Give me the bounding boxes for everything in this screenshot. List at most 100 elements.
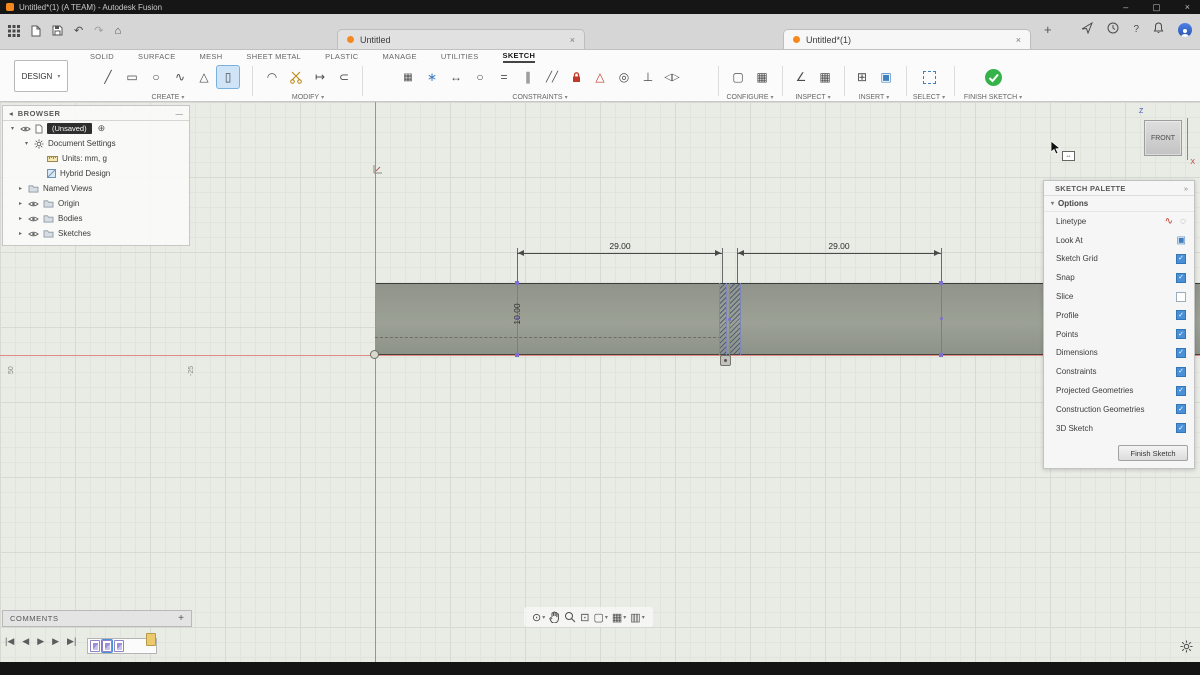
file-menu-icon[interactable] bbox=[31, 25, 41, 37]
parallel-constraint-icon[interactable]: ∥ bbox=[517, 66, 539, 88]
palette-options-section[interactable]: ▾ Options bbox=[1044, 196, 1194, 212]
sketch-grid-checkbox[interactable] bbox=[1176, 254, 1186, 264]
workspace-selector[interactable]: DESIGN ▾ bbox=[14, 60, 68, 92]
timeline-marker[interactable] bbox=[146, 633, 156, 646]
finish-sketch-group-label[interactable]: FINISH SKETCH▾ bbox=[958, 94, 1028, 101]
configuration-table-icon[interactable]: ▦ bbox=[751, 66, 773, 88]
grid-snaps-icon[interactable]: ▦▾ bbox=[612, 611, 626, 624]
dimension-line[interactable] bbox=[737, 253, 941, 254]
add-circle-icon[interactable]: ⊕ bbox=[98, 123, 106, 134]
save-icon[interactable] bbox=[52, 25, 63, 36]
profile-checkbox[interactable] bbox=[1176, 310, 1186, 320]
tab-sketch[interactable]: SKETCH bbox=[503, 51, 536, 63]
tab-mesh[interactable]: MESH bbox=[200, 52, 223, 61]
display-settings-icon[interactable]: ▢▾ bbox=[593, 611, 607, 624]
polygon-tool-icon[interactable]: △ bbox=[193, 66, 215, 88]
eye-icon[interactable] bbox=[28, 230, 39, 238]
fillet-tool-icon[interactable]: ◠ bbox=[261, 66, 283, 88]
collinear-constraint-icon[interactable]: ╱╱ bbox=[541, 66, 563, 88]
slot-tool-icon[interactable]: ▯ bbox=[217, 66, 239, 88]
preferences-gear-icon[interactable] bbox=[1180, 640, 1193, 658]
step-forward-button[interactable]: ▶ bbox=[52, 636, 59, 647]
new-document-tab-button[interactable]: + bbox=[1044, 22, 1052, 37]
tree-collapse-icon[interactable]: ▸ bbox=[17, 215, 24, 222]
section-marker[interactable] bbox=[720, 355, 731, 366]
sketch-dimension-icon[interactable]: ↔ bbox=[445, 66, 467, 88]
dimensions-checkbox[interactable] bbox=[1176, 348, 1186, 358]
dimension-line[interactable] bbox=[517, 253, 722, 254]
line-tool-icon[interactable]: ╱ bbox=[97, 66, 119, 88]
palette-header[interactable]: SKETCH PALETTE » bbox=[1044, 181, 1194, 196]
rectangular-pattern-icon[interactable]: ▦ bbox=[397, 66, 419, 88]
timeline-feature-sketch[interactable] bbox=[90, 640, 100, 652]
project-geometry-icon[interactable]: ∗ bbox=[421, 66, 443, 88]
step-back-button[interactable]: ◀ bbox=[22, 636, 29, 647]
points-checkbox[interactable] bbox=[1176, 329, 1186, 339]
extend-tool-icon[interactable]: ↦ bbox=[309, 66, 331, 88]
tree-collapse-icon[interactable]: ▸ bbox=[17, 185, 24, 192]
snap-checkbox[interactable] bbox=[1176, 273, 1186, 283]
trim-tool-icon[interactable] bbox=[285, 66, 307, 88]
browser-item-named-views[interactable]: ▸ Named Views bbox=[3, 181, 189, 196]
data-panel-grid-icon[interactable] bbox=[8, 25, 20, 37]
sketch-origin-point[interactable] bbox=[370, 350, 379, 359]
select-group-label[interactable]: SELECT▾ bbox=[908, 94, 950, 101]
analysis-icon[interactable]: ▦ bbox=[814, 66, 836, 88]
tab-utilities[interactable]: UTILITIES bbox=[441, 52, 479, 61]
eye-icon[interactable] bbox=[20, 125, 31, 133]
view-cube[interactable]: Z FRONT X bbox=[1133, 108, 1195, 166]
zoom-icon[interactable] bbox=[564, 611, 576, 623]
create-group-label[interactable]: CREATE▾ bbox=[84, 94, 252, 101]
slice-checkbox[interactable] bbox=[1176, 292, 1186, 302]
extensions-icon[interactable] bbox=[1081, 22, 1093, 37]
eye-icon[interactable] bbox=[28, 215, 39, 223]
browser-item-hybrid-design[interactable]: Hybrid Design bbox=[3, 166, 189, 181]
edge-endpoint-handle[interactable] bbox=[939, 281, 943, 285]
equal-constraint-icon[interactable]: = bbox=[493, 66, 515, 88]
dimension-value-vertical[interactable]: 10.00 bbox=[512, 293, 522, 335]
projected-geometries-checkbox[interactable] bbox=[1176, 386, 1186, 396]
browser-item-bodies[interactable]: ▸ Bodies bbox=[3, 211, 189, 226]
coincident-constraint-icon[interactable]: ○ bbox=[469, 66, 491, 88]
tab-solid[interactable]: SOLID bbox=[90, 52, 114, 61]
redo-icon[interactable]: ↷ bbox=[94, 24, 103, 37]
view-cube-front-face[interactable]: FRONT bbox=[1144, 120, 1182, 156]
notifications-bell-icon[interactable] bbox=[1153, 22, 1164, 37]
tab-manage[interactable]: MANAGE bbox=[383, 52, 417, 61]
look-at-icon[interactable]: ▣ bbox=[1177, 235, 1186, 246]
dimension-value[interactable]: 29.00 bbox=[607, 241, 632, 251]
maximize-button[interactable]: ▢ bbox=[1152, 0, 1161, 14]
spline-tool-icon[interactable]: ∿ bbox=[169, 66, 191, 88]
midpoint-constraint-icon[interactable]: △ bbox=[589, 66, 611, 88]
timeline-feature-sketch[interactable] bbox=[114, 640, 124, 652]
undo-icon[interactable]: ↶ bbox=[74, 24, 83, 37]
constraints-group-label[interactable]: CONSTRAINTS▾ bbox=[366, 94, 714, 101]
minimize-button[interactable]: – bbox=[1123, 0, 1128, 14]
edge-endpoint-handle[interactable] bbox=[939, 353, 943, 357]
viewports-icon[interactable]: ▥▾ bbox=[630, 611, 644, 624]
browser-item-document-settings[interactable]: ▾ Document Settings bbox=[3, 136, 189, 151]
browser-item-origin[interactable]: ▸ Origin bbox=[3, 196, 189, 211]
tree-expand-icon[interactable]: ▾ bbox=[9, 125, 16, 132]
perpendicular-constraint-icon[interactable]: ⊥ bbox=[637, 66, 659, 88]
tab-close-icon[interactable]: × bbox=[570, 35, 575, 45]
panel-collapse-icon[interactable]: ◂ bbox=[9, 109, 13, 118]
palette-menu-icon[interactable]: » bbox=[1184, 184, 1188, 193]
home-icon[interactable]: ⌂ bbox=[114, 25, 121, 37]
timeline-feature-sketch[interactable] bbox=[102, 640, 112, 652]
constraints-checkbox[interactable] bbox=[1176, 367, 1186, 377]
configure-icon[interactable]: ▢ bbox=[727, 66, 749, 88]
fix-lock-icon[interactable] bbox=[565, 66, 587, 88]
tab-close-icon[interactable]: × bbox=[1016, 35, 1021, 45]
browser-item-units[interactable]: Units: mm, g bbox=[3, 151, 189, 166]
finish-sketch-button[interactable]: Finish Sketch bbox=[1118, 445, 1188, 461]
tree-collapse-icon[interactable]: ▸ bbox=[17, 200, 24, 207]
edge-endpoint-handle[interactable] bbox=[515, 281, 519, 285]
job-status-icon[interactable] bbox=[1107, 22, 1119, 37]
orbit-icon[interactable]: ⊙▾ bbox=[532, 611, 545, 624]
go-to-start-button[interactable]: |◀ bbox=[5, 636, 14, 647]
tab-sheet-metal[interactable]: SHEET METAL bbox=[246, 52, 301, 61]
3d-viewport[interactable]: 29.00 29.00 10.00 50 -25 Z FRONT X SKETC… bbox=[0, 102, 1200, 662]
finish-sketch-icon[interactable] bbox=[982, 66, 1004, 88]
user-avatar[interactable] bbox=[1178, 23, 1192, 37]
